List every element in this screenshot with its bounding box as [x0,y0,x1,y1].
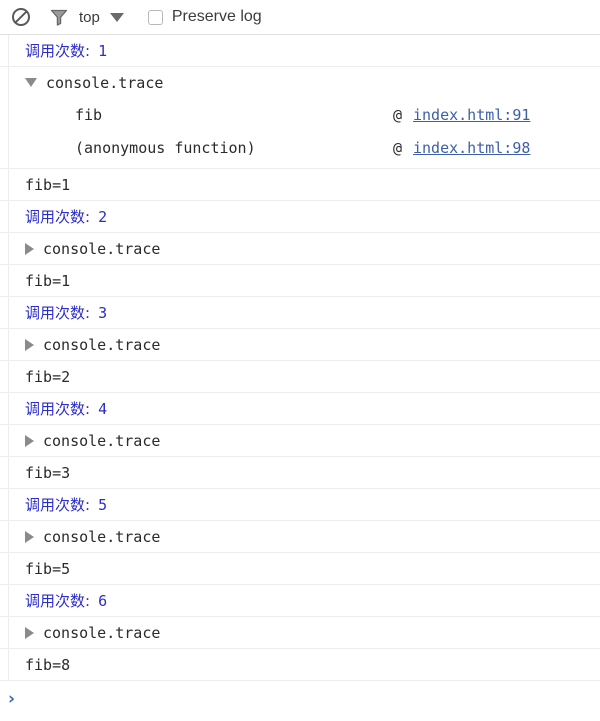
preserve-log-checkbox[interactable]: Preserve log [148,9,262,25]
log-label: 调用次数: [25,398,90,419]
triangle-right-icon[interactable] [25,243,34,255]
console-log-row[interactable]: 调用次数:6 [0,585,600,617]
filter-button[interactable] [45,3,73,31]
frame-source-link[interactable]: index.html:91 [413,106,530,124]
console-log-row[interactable]: fib=1 [0,265,600,297]
log-value: 2 [90,208,107,226]
triangle-right-icon[interactable] [25,627,34,639]
triangle-right-icon[interactable] [25,435,34,447]
console-log-row[interactable]: fib=2 [0,361,600,393]
trace-group-header[interactable]: console.trace [9,329,600,360]
filter-funnel-icon [49,7,69,27]
console-trace-group[interactable]: console.trace fib @ index.html:91 (anonymous… [0,67,600,169]
console-message-view[interactable]: 调用次数:1console.tracefib@index.html:91(ano… [0,35,600,721]
log-value: 6 [90,592,107,610]
console-message-list: 调用次数:1console.tracefib@index.html:91(ano… [0,35,600,681]
console-log-row[interactable]: fib=3 [0,457,600,489]
triangle-right-icon[interactable] [25,531,34,543]
log-text: 调用次数:5 [9,489,600,520]
trace-title: console.trace [43,432,160,450]
clear-console-icon [11,7,31,27]
console-log-row[interactable]: fib=1 [0,169,600,201]
frame-at-symbol: @ [393,106,402,124]
console-log-row[interactable]: 调用次数:4 [0,393,600,425]
trace-title: console.trace [43,240,160,258]
console-log-row[interactable]: 调用次数:1 [0,35,600,67]
stack-frame-inner: (anonymous function) @ index.html:98 [75,131,600,164]
log-text: fib=1 [9,169,600,200]
log-text: 调用次数:2 [9,201,600,232]
log-text: fib=2 [9,361,600,392]
stack-trace: fib @ index.html:91 (anonymous function) @ in… [9,98,600,168]
frame-at-symbol: @ [393,139,402,157]
prompt-arrow-icon: › [8,691,15,708]
log-text: fib=3 [9,457,600,488]
console-toolbar: top Preserve log [0,0,600,35]
stack-frame: fib @ index.html:91 [9,98,600,131]
log-label: 调用次数: [25,302,90,323]
trace-group-header[interactable]: console.trace [9,521,600,552]
console-log-row[interactable]: 调用次数:5 [0,489,600,521]
console-trace-group[interactable]: console.trace [0,425,600,457]
trace-group-header[interactable]: console.trace [9,425,600,456]
trace-title: console.trace [43,528,160,546]
execution-context-selector[interactable]: top [79,10,124,25]
log-text: 调用次数:3 [9,297,600,328]
console-log-row[interactable]: fib=8 [0,649,600,681]
log-text: 调用次数:4 [9,393,600,424]
stack-frame: (anonymous function) @ index.html:98 [9,131,600,164]
console-log-row[interactable]: 调用次数:2 [0,201,600,233]
console-trace-group[interactable]: console.trace [0,233,600,265]
console-trace-group[interactable]: console.trace [0,329,600,361]
console-prompt[interactable]: › [0,681,600,721]
log-text: 调用次数:1 [9,35,600,66]
clear-console-button[interactable] [7,3,35,31]
log-value: 3 [90,304,107,322]
frame-function-name: (anonymous function) [75,139,256,157]
console-trace-group[interactable]: console.trace [0,521,600,553]
log-value: 5 [90,496,107,514]
log-label: 调用次数: [25,40,90,61]
triangle-down-icon[interactable] [25,78,37,87]
devtools-console-panel: top Preserve log 调用次数:1console.tracefib@… [0,0,600,721]
log-value: 1 [90,42,107,60]
preserve-log-box[interactable] [148,10,163,25]
stack-frame-inner: fib @ index.html:91 [75,98,600,131]
log-text: fib=8 [9,649,600,680]
log-value: 4 [90,400,107,418]
log-label: 调用次数: [25,206,90,227]
trace-title: console.trace [46,74,163,92]
chevron-down-icon [110,13,124,22]
log-label: 调用次数: [25,590,90,611]
trace-group-header[interactable]: console.trace [9,233,600,264]
execution-context-value: top [79,10,110,25]
trace-title: console.trace [43,624,160,642]
triangle-right-icon[interactable] [25,339,34,351]
log-label: 调用次数: [25,494,90,515]
preserve-log-label: Preserve log [172,9,262,25]
frame-source-link[interactable]: index.html:98 [413,139,530,157]
console-log-row[interactable]: fib=5 [0,553,600,585]
log-text: fib=1 [9,265,600,296]
trace-title: console.trace [43,336,160,354]
console-trace-group[interactable]: console.trace [0,617,600,649]
trace-group-header[interactable]: console.trace [9,67,600,98]
log-text: fib=5 [9,553,600,584]
log-text: 调用次数:6 [9,585,600,616]
frame-function-name: fib [75,106,102,124]
trace-group-header[interactable]: console.trace [9,617,600,648]
console-log-row[interactable]: 调用次数:3 [0,297,600,329]
